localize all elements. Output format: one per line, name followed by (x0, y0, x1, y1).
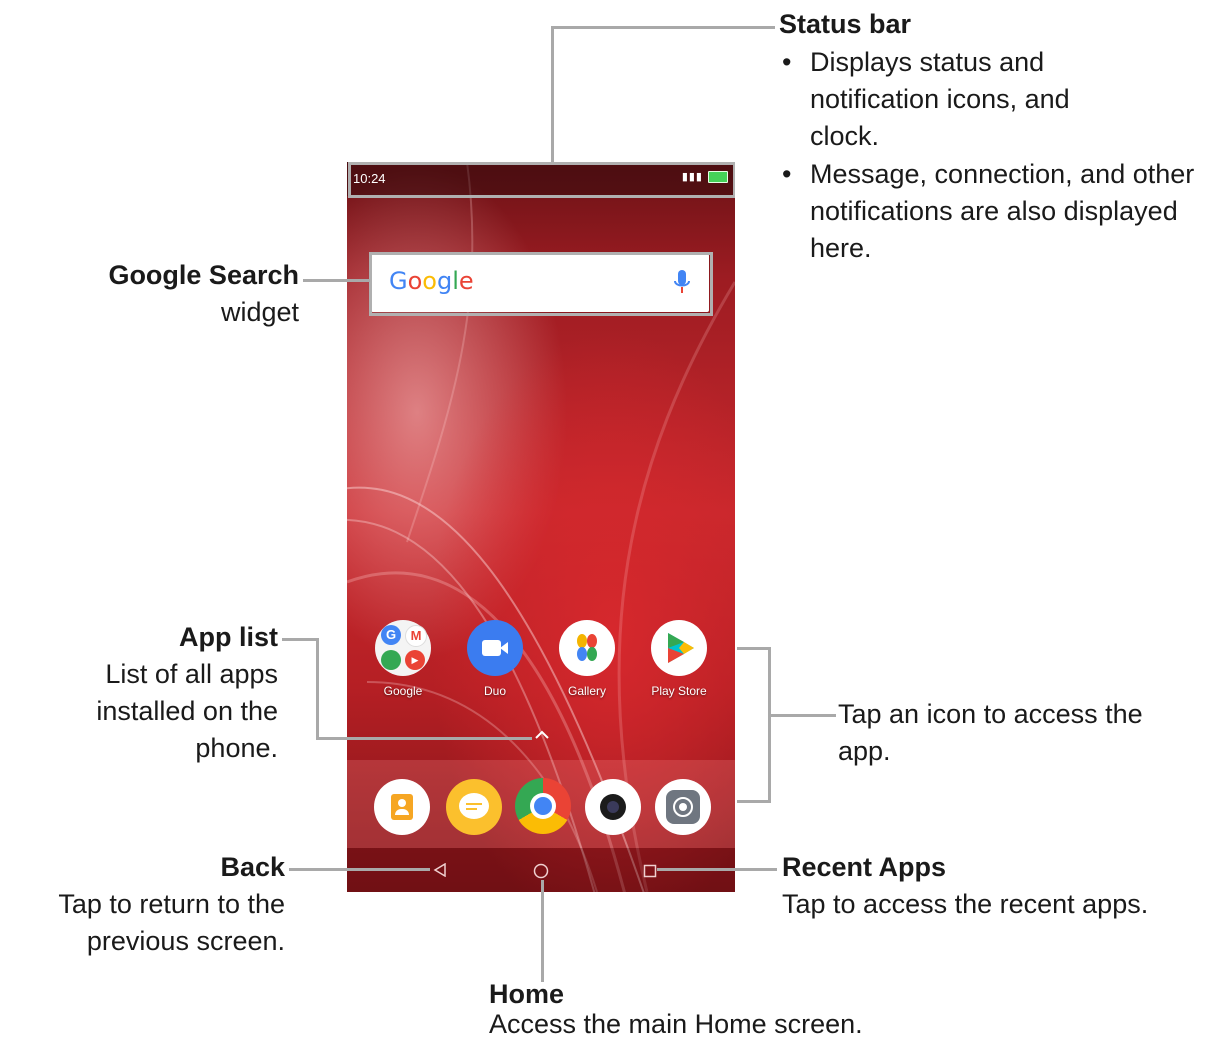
leader-tap-icon (768, 647, 771, 803)
contacts-icon[interactable] (374, 779, 430, 835)
leader-back (289, 868, 430, 871)
leader-tap-icon (737, 800, 771, 803)
app-label: Google (383, 684, 423, 698)
leader-app-list (282, 638, 318, 641)
bullet-symbol: • (782, 159, 792, 189)
camera-icon[interactable] (585, 779, 641, 835)
google-folder-icon: G M ▶ (375, 620, 431, 676)
duo-icon (467, 620, 523, 676)
back-desc: Tap to return to the previous screen. (58, 889, 285, 956)
play-store-icon (651, 620, 707, 676)
settings-icon[interactable] (655, 779, 711, 835)
phone-screen: 10:24 ▮▮▮ Google G M ▶ Google Duo Galler… (347, 162, 735, 892)
app-google[interactable]: G M ▶ Google (363, 620, 443, 698)
back-title: Back (220, 852, 285, 882)
gallery-icon (559, 620, 615, 676)
leader-recent-apps (657, 868, 777, 871)
app-gallery[interactable]: Gallery (547, 620, 627, 698)
app-duo[interactable]: Duo (455, 620, 535, 698)
leader-home (541, 880, 544, 982)
leader-app-list (316, 638, 319, 740)
recent-apps-desc: Tap to access the recent apps. (782, 889, 1149, 919)
app-list-title: App list (179, 622, 278, 652)
google-search-desc: widget (220, 297, 299, 327)
home-circle-icon[interactable] (533, 863, 549, 879)
app-label: Gallery (567, 684, 606, 698)
leader-status-bar (551, 26, 554, 162)
leader-google-search (303, 279, 370, 282)
recent-apps-title: Recent Apps (782, 852, 947, 882)
tap-icon-desc: Tap an icon to access the app. (838, 699, 1143, 766)
leader-status-bar (551, 26, 775, 29)
leader-app-list (316, 737, 532, 740)
back-triangle-icon[interactable] (433, 863, 447, 877)
status-bar-bullet: Displays status and notification icons, … (810, 47, 1070, 151)
dock (347, 760, 735, 848)
leader-tap-icon (737, 647, 771, 650)
app-label: Play Store (651, 684, 707, 698)
app-list-caret-icon[interactable] (534, 730, 550, 740)
search-widget-highlight (369, 252, 713, 316)
recent-square-icon[interactable] (643, 864, 657, 878)
app-list-desc: List of all apps installed on the phone. (96, 659, 278, 763)
leader-tap-icon (768, 714, 836, 717)
status-bar-title: Status bar (779, 9, 912, 39)
home-desc: Access the main Home screen. (489, 1009, 863, 1039)
google-search-title: Google Search (108, 260, 299, 290)
messages-icon[interactable] (446, 779, 502, 835)
status-bar-bullet: Message, connection, and other notificat… (810, 159, 1195, 263)
chrome-icon[interactable] (515, 778, 571, 834)
status-bar-highlight (348, 162, 735, 198)
app-play-store[interactable]: Play Store (639, 620, 719, 698)
app-label: Duo (483, 684, 506, 698)
bullet-symbol: • (782, 47, 792, 77)
